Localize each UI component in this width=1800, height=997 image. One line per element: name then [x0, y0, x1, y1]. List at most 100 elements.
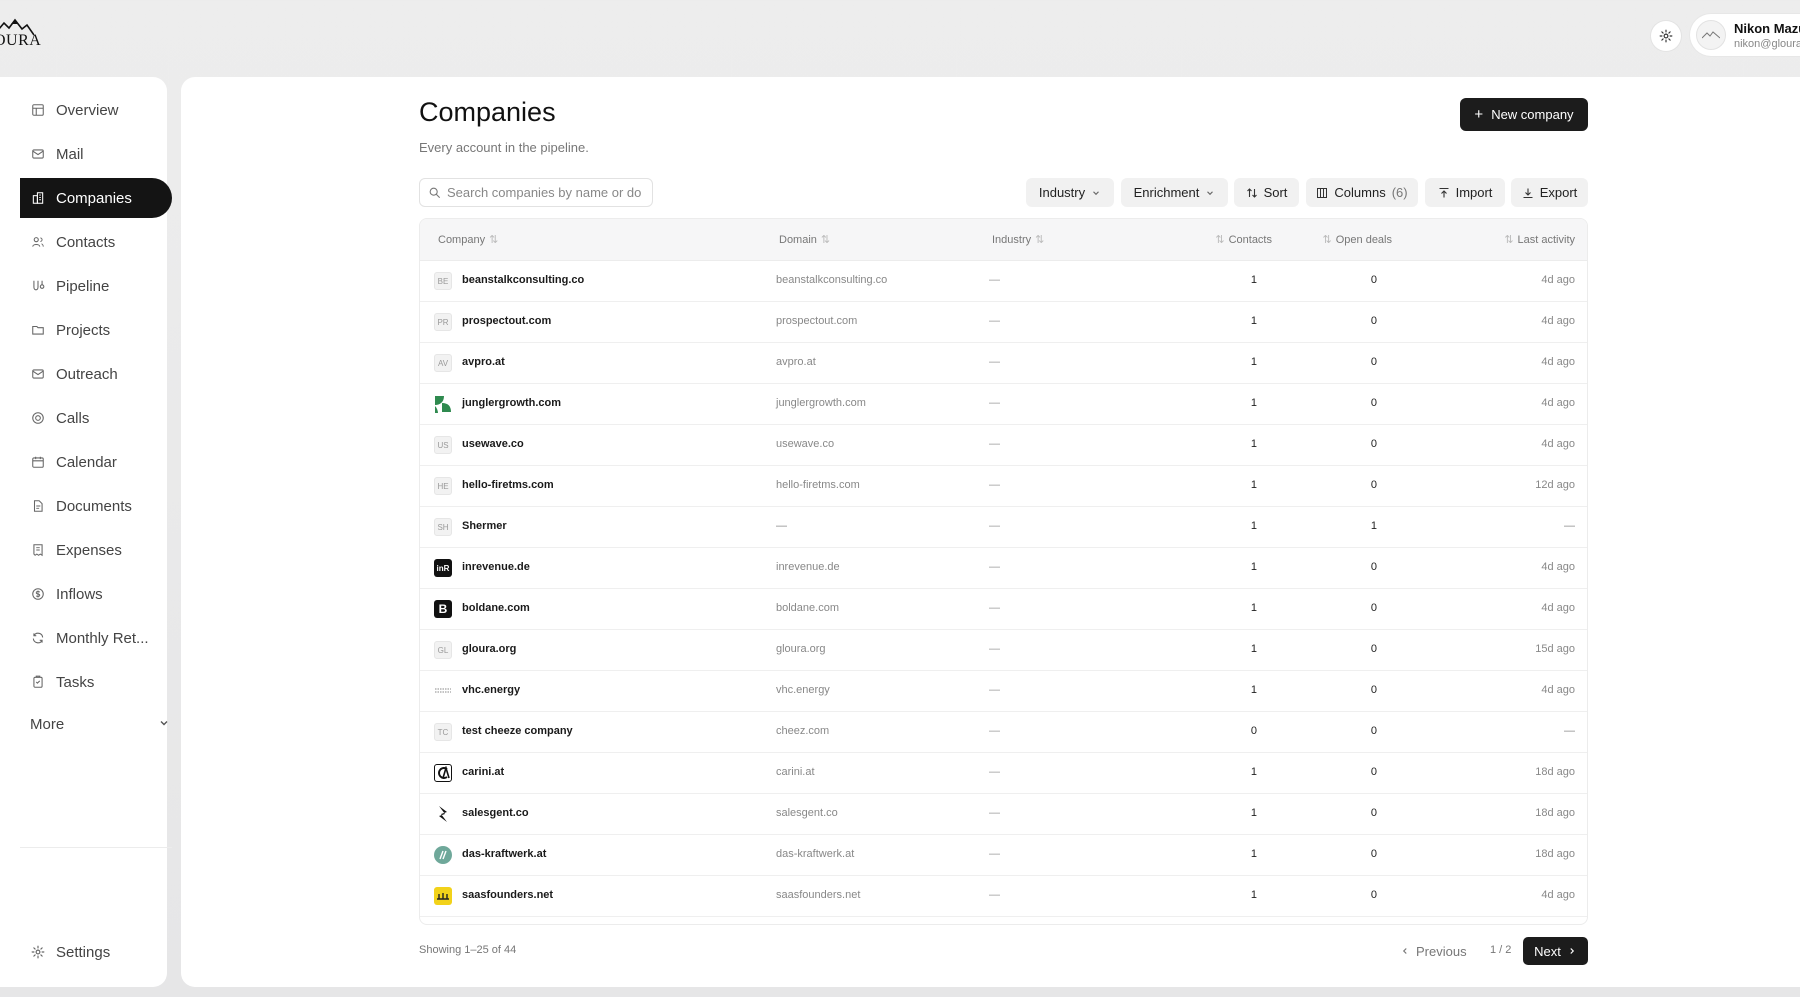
import-button[interactable]: Import [1425, 178, 1505, 207]
table-row[interactable]: BE beanstalkconsulting.co beanstalkconsult… [420, 261, 1587, 302]
sidebar-item-label: Monthly Ret... [56, 629, 149, 647]
company-domain: gloura.org [776, 643, 826, 655]
column-header-industry[interactable]: Industry ⇅ [992, 233, 1044, 247]
table-row[interactable]: AV avpro.at avpro.at — 1 0 4d ago [420, 343, 1587, 384]
table-row[interactable]: US usewave.co usewave.co — 1 0 4d ago [420, 425, 1587, 466]
search-input[interactable] [447, 185, 643, 200]
next-page-button[interactable]: Next [1523, 937, 1588, 965]
column-header-last-activity[interactable]: ⇅ Last activity [1420, 233, 1575, 247]
chevron-down-icon [1207, 190, 1214, 195]
company-industry: — [989, 561, 1000, 573]
sidebar-more-toggle[interactable]: More [20, 704, 172, 744]
new-company-button[interactable]: + New company [1460, 98, 1588, 131]
open-deals-count: 0 [1370, 274, 1377, 286]
sidebar-item-label: Calendar [56, 453, 117, 471]
columns-label: Columns [1334, 185, 1386, 200]
sidebar-item-tasks[interactable]: Tasks [20, 662, 172, 702]
column-header-contacts-label: Contacts [1228, 233, 1272, 246]
sidebar-item-contacts[interactable]: Contacts [20, 222, 172, 262]
sidebar-item-outreach[interactable]: Outreach [20, 354, 172, 394]
company-name[interactable]: prospectout.com [462, 315, 551, 327]
mountain-avatar-icon [1702, 31, 1720, 39]
sidebar-item-label: Projects [56, 321, 111, 339]
table-row[interactable]: vhc.energy vhc.energy — 1 0 4d ago [420, 671, 1587, 712]
column-header-contacts[interactable]: ⇅ Contacts [1175, 233, 1272, 247]
sidebar-item-pipeline[interactable]: Pipeline [20, 266, 172, 306]
company-name[interactable]: boldane.com [462, 602, 530, 614]
company-name[interactable]: das-kraftwerk.at [462, 848, 546, 860]
table-row[interactable]: inR inrevenue.de inrevenue.de — 1 0 4d ago [420, 548, 1587, 589]
sidebar-item-label: Outreach [56, 365, 118, 383]
table-row[interactable]: saasfounders.net saasfounders.net — 1 0 4d ag… [420, 876, 1587, 917]
company-name[interactable]: test cheeze company [462, 725, 573, 737]
table-row[interactable]: HE hello-firetms.com hello-firetms.com — 1 0 1… [420, 466, 1587, 507]
column-header-company[interactable]: Company ⇅ [438, 233, 498, 247]
company-industry: — [989, 438, 1000, 450]
previous-page-button[interactable]: Previous [1400, 937, 1467, 965]
table-row[interactable]: carini.at carini.at — 1 0 18d ago [420, 753, 1587, 794]
company-name[interactable]: Shermer [462, 520, 507, 532]
company-domain: avpro.at [776, 356, 816, 368]
table-row[interactable]: GL gloura.org gloura.org — 1 0 15d ago [420, 630, 1587, 671]
column-header-industry-label: Industry [992, 233, 1032, 246]
table-header: Company ⇅ Domain ⇅ Industry ⇅ ⇅ Contacts… [420, 219, 1587, 261]
table-row[interactable]: TC test cheeze company cheez.com — 0 0 — [420, 712, 1587, 753]
company-name[interactable]: avpro.at [462, 356, 505, 368]
company-name[interactable]: junglergrowth.com [462, 397, 561, 409]
sidebar-item-expenses[interactable]: Expenses [20, 530, 172, 570]
sidebar-item-settings[interactable]: Settings [20, 932, 172, 972]
table-row[interactable]: junglergrowth.com junglergrowth.com — 1 0 4d … [420, 384, 1587, 425]
sidebar-item-calendar[interactable]: Calendar [20, 442, 172, 482]
company-name[interactable]: gloura.org [462, 643, 516, 655]
sidebar-item-documents[interactable]: Documents [20, 486, 172, 526]
contacts-count: 1 [1250, 438, 1257, 450]
settings-gear-button[interactable] [1651, 21, 1681, 51]
industry-filter-button[interactable]: Industry [1026, 178, 1114, 207]
enrichment-filter-button[interactable]: Enrichment [1121, 178, 1228, 207]
company-name[interactable]: hello-firetms.com [462, 479, 554, 491]
table-row[interactable]: PR prospectout.com prospectout.com — 1 0 4d ag… [420, 302, 1587, 343]
sidebar-item-companies[interactable]: Companies [20, 178, 172, 218]
company-name[interactable]: beanstalkconsulting.co [462, 274, 584, 286]
new-company-label: New company [1491, 107, 1574, 122]
contacts-count: 1 [1250, 397, 1257, 409]
user-email: nikon@gloura [1734, 37, 1800, 50]
table-row[interactable]: salesgent.co salesgent.co — 1 0 18d ago [420, 794, 1587, 835]
export-button[interactable]: Export [1511, 178, 1588, 207]
chevron-down-icon [1093, 190, 1100, 195]
column-header-open-deals[interactable]: ⇅ Open deals [1280, 233, 1392, 247]
company-logo: US [434, 436, 452, 454]
last-activity: 4d ago [1541, 561, 1575, 573]
company-name[interactable]: saasfounders.net [462, 889, 553, 901]
columns-icon [1317, 187, 1328, 198]
mail-icon [30, 146, 46, 162]
brand-logo[interactable]: OURA [0, 18, 44, 50]
open-deals-count: 0 [1370, 725, 1377, 737]
columns-button[interactable]: Columns (6) [1306, 178, 1418, 207]
company-industry: — [989, 684, 1000, 696]
sidebar-item-projects[interactable]: Projects [20, 310, 172, 350]
column-header-domain[interactable]: Domain ⇅ [779, 233, 830, 247]
sidebar-item-overview[interactable]: Overview [20, 90, 172, 130]
search-box[interactable] [419, 178, 653, 207]
table-row[interactable]: das-kraftwerk.at das-kraftwerk.at — 1 0 18d a… [420, 835, 1587, 876]
company-name[interactable]: usewave.co [462, 438, 524, 450]
user-menu[interactable]: Nikon Mazu nikon@gloura [1690, 14, 1800, 56]
open-deals-count: 0 [1370, 848, 1377, 860]
sidebar-item-inflows[interactable]: Inflows [20, 574, 172, 614]
dollar-icon [30, 586, 46, 602]
sidebar-item-mail[interactable]: Mail [20, 134, 172, 174]
company-name[interactable]: vhc.energy [462, 684, 520, 696]
company-name[interactable]: inrevenue.de [462, 561, 530, 573]
company-name[interactable]: carini.at [462, 766, 504, 778]
table-row[interactable]: Bboldane.com boldane.com — 1 0 4d ago [420, 589, 1587, 630]
sidebar-item-monthly-ret[interactable]: Monthly Ret... [20, 618, 172, 658]
table-row[interactable]: SH Shermer — — 1 1 — [420, 507, 1587, 548]
sort-button[interactable]: Sort [1234, 178, 1299, 207]
gear-icon [30, 944, 46, 960]
open-deals-count: 0 [1370, 315, 1377, 327]
sidebar-item-calls[interactable]: Calls [20, 398, 172, 438]
company-name[interactable]: salesgent.co [462, 807, 529, 819]
company-industry: — [989, 848, 1000, 860]
last-activity: 4d ago [1541, 889, 1575, 901]
